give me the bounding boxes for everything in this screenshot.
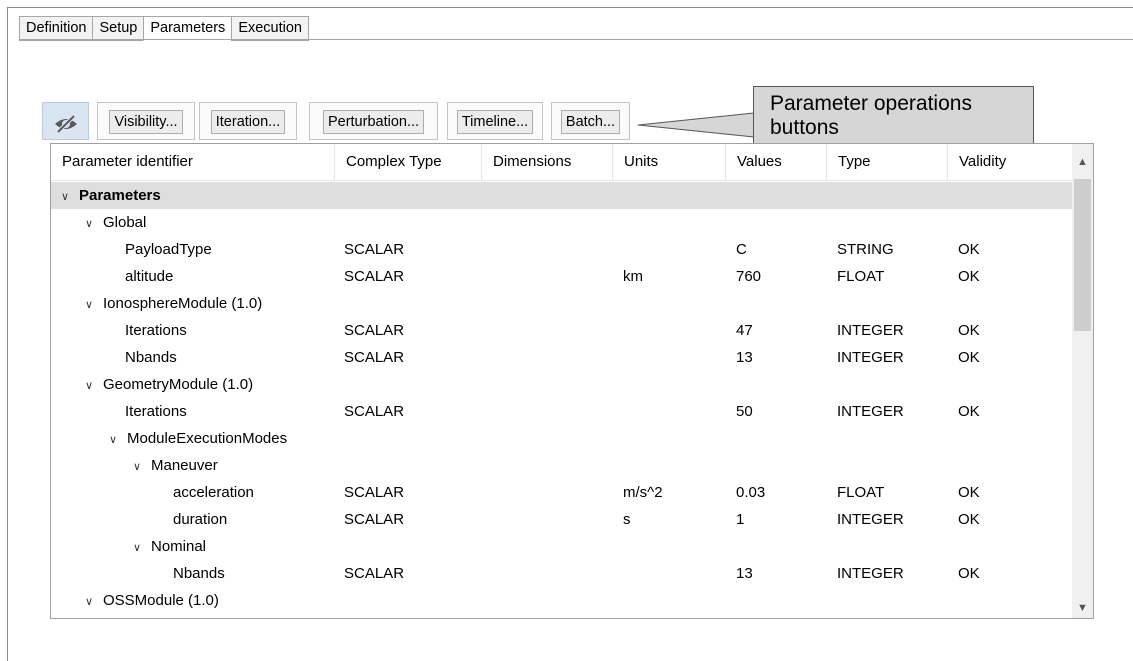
row-identifier: altitude — [125, 268, 174, 285]
table-row[interactable]: acceleration SCALAR m/s^2 0.03 FLOAT OK — [51, 479, 1073, 506]
table-header: Parameter identifier Complex Type Dimens… — [51, 144, 1073, 181]
cell-ctype: SCALAR — [344, 241, 405, 258]
table-row[interactable]: ∨ Nominal — [51, 533, 1073, 560]
table-row[interactable]: duration SCALAR s 1 INTEGER OK — [51, 506, 1073, 533]
table-body: ∨ Parameters ∨ Global PayloadType SCALAR C STRI… — [51, 182, 1073, 614]
cell-type: INTEGER — [837, 349, 904, 366]
cell-ctype: SCALAR — [344, 322, 405, 339]
cell-value: 13 — [736, 565, 753, 582]
row-identifier: ∨ ModuleExecutionModes — [109, 425, 287, 454]
cell-ctype: SCALAR — [344, 565, 405, 582]
chevron-down-icon[interactable]: ∨ — [85, 211, 99, 238]
row-identifier: ∨ IonosphereModule (1.0) — [85, 290, 262, 319]
chevron-down-icon[interactable]: ∨ — [85, 292, 99, 319]
row-identifier-label: IonosphereModule (1.0) — [103, 295, 263, 312]
table-row[interactable]: Iterations SCALAR 50 INTEGER OK — [51, 398, 1073, 425]
column-header-dimensions[interactable]: Dimensions — [482, 144, 613, 180]
scroll-up-icon[interactable]: ▲ — [1072, 152, 1093, 172]
cell-type: STRING — [837, 241, 894, 258]
cell-valid: OK — [958, 241, 980, 258]
cell-ctype: SCALAR — [344, 403, 405, 420]
cell-value: 1 — [736, 511, 745, 528]
cell-units: s — [623, 511, 631, 528]
cell-value: 0.03 — [736, 484, 766, 501]
column-header-values[interactable]: Values — [726, 144, 827, 180]
table-row[interactable]: ∨ GeometryModule (1.0) — [51, 371, 1073, 398]
cell-valid: OK — [958, 565, 980, 582]
column-header-units[interactable]: Units — [613, 144, 726, 180]
row-identifier: ∨ GeometryModule (1.0) — [85, 371, 253, 400]
row-identifier: acceleration — [173, 484, 254, 501]
cell-value: 47 — [736, 322, 753, 339]
row-identifier-label: Maneuver — [151, 457, 218, 474]
row-identifier-label: Global — [103, 214, 147, 231]
cell-units: km — [623, 268, 643, 285]
table-row[interactable]: altitude SCALAR km 760 FLOAT OK — [51, 263, 1073, 290]
chevron-down-icon[interactable]: ∨ — [85, 589, 99, 616]
cell-type: INTEGER — [837, 403, 904, 420]
chevron-down-icon[interactable]: ∨ — [61, 184, 75, 211]
chevron-down-icon[interactable]: ∨ — [109, 427, 123, 454]
cell-type: FLOAT — [837, 484, 885, 501]
chevron-down-icon[interactable]: ∨ — [133, 454, 147, 481]
cell-value: C — [736, 241, 747, 258]
column-header-type[interactable]: Type — [827, 144, 948, 180]
cell-valid: OK — [958, 322, 980, 339]
row-identifier-label: OSSModule (1.0) — [103, 592, 219, 609]
row-identifier: ∨ Nominal — [133, 533, 206, 562]
row-identifier: Nbands — [125, 349, 177, 366]
row-identifier: ∨ Parameters — [61, 182, 161, 211]
table-row[interactable]: ∨ OSSModule (1.0) — [51, 587, 1073, 614]
scroll-down-icon[interactable]: ▼ — [1072, 598, 1093, 618]
cell-type: FLOAT — [837, 268, 885, 285]
cell-valid: OK — [958, 511, 980, 528]
callout-text: Parameter operations buttons — [770, 92, 972, 139]
scrollbar-thumb[interactable] — [1074, 179, 1091, 331]
row-identifier: duration — [173, 511, 228, 528]
table-row[interactable]: ∨ Maneuver — [51, 452, 1073, 479]
row-identifier-label: Parameters — [79, 187, 161, 204]
cell-valid: OK — [958, 403, 980, 420]
table-row[interactable]: ∨ Global — [51, 209, 1073, 236]
row-identifier: ∨ Global — [85, 209, 146, 238]
cell-type: INTEGER — [837, 565, 904, 582]
row-identifier-label: Nominal — [151, 538, 207, 555]
cell-ctype: SCALAR — [344, 349, 405, 366]
row-identifier-label: GeometryModule (1.0) — [103, 376, 254, 393]
column-header-identifier[interactable]: Parameter identifier — [51, 144, 335, 180]
table-row[interactable]: Nbands SCALAR 13 INTEGER OK — [51, 560, 1073, 587]
chevron-down-icon[interactable]: ∨ — [133, 535, 147, 562]
table-row[interactable]: Iterations SCALAR 47 INTEGER OK — [51, 317, 1073, 344]
cell-valid: OK — [958, 349, 980, 366]
row-identifier: PayloadType — [125, 241, 212, 258]
row-identifier: Iterations — [125, 322, 187, 339]
cell-ctype: SCALAR — [344, 268, 405, 285]
row-identifier: ∨ Maneuver — [133, 452, 218, 481]
table-row[interactable]: Nbands SCALAR 13 INTEGER OK — [51, 344, 1073, 371]
cell-ctype: SCALAR — [344, 511, 405, 528]
cell-value: 13 — [736, 349, 753, 366]
cell-valid: OK — [958, 484, 980, 501]
table-row[interactable]: PayloadType SCALAR C STRING OK — [51, 236, 1073, 263]
cell-ctype: SCALAR — [344, 484, 405, 501]
cell-type: INTEGER — [837, 511, 904, 528]
column-header-complex-type[interactable]: Complex Type — [335, 144, 482, 180]
table-row[interactable]: ∨ ModuleExecutionModes — [51, 425, 1073, 452]
row-identifier: Nbands — [173, 565, 225, 582]
row-identifier-label: ModuleExecutionModes — [127, 430, 288, 447]
cell-type: INTEGER — [837, 322, 904, 339]
vertical-scrollbar[interactable]: ▲ ▼ — [1072, 144, 1093, 618]
row-identifier: ∨ OSSModule (1.0) — [85, 587, 219, 616]
table-row[interactable]: ∨ Parameters — [51, 182, 1073, 209]
parameter-table: Parameter identifier Complex Type Dimens… — [50, 143, 1094, 619]
column-header-validity[interactable]: Validity — [948, 144, 1073, 180]
cell-value: 50 — [736, 403, 753, 420]
chevron-down-icon[interactable]: ∨ — [85, 373, 99, 400]
cell-value: 760 — [736, 268, 762, 285]
row-identifier: Iterations — [125, 403, 187, 420]
cell-valid: OK — [958, 268, 980, 285]
cell-units: m/s^2 — [623, 484, 663, 501]
table-row[interactable]: ∨ IonosphereModule (1.0) — [51, 290, 1073, 317]
